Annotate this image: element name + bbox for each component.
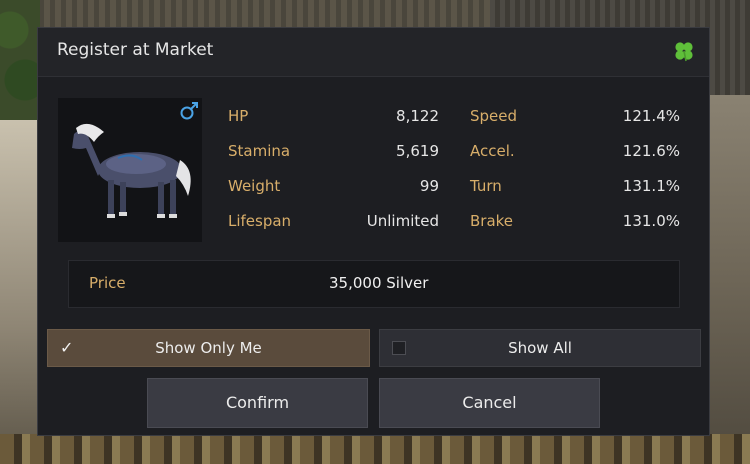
price-field[interactable]: Price 35,000 Silver [68,260,680,308]
stat-value-brake: 131.0% [622,212,680,230]
title-bar[interactable]: Register at Market [38,28,709,77]
four-leaf-clover-icon [675,42,693,62]
stat-value-turn: 131.1% [622,177,680,195]
confirm-button[interactable]: Confirm [147,378,368,428]
stat-label-hp: HP [228,107,249,125]
price-label: Price [89,274,126,292]
background-wall-right [708,95,750,464]
stat-value-stamina: 5,619 [396,142,439,160]
register-at-market-dialog: Register at Market HP 8,122 Stamina 5,61… [37,27,710,436]
stat-value-speed: 121.4% [622,107,680,125]
cancel-button[interactable]: Cancel [379,378,600,428]
stat-label-accel: Accel. [470,142,515,160]
stat-label-stamina: Stamina [228,142,291,160]
show-all-label: Show All [508,339,572,357]
stat-label-speed: Speed [470,107,518,125]
male-symbol-icon [180,102,198,120]
stat-label-weight: Weight [228,177,281,195]
background-trees [0,0,40,120]
dialog-title: Register at Market [57,40,214,60]
horse-portrait [58,98,202,242]
stat-label-brake: Brake [470,212,514,230]
show-only-me-option[interactable]: ✓ Show Only Me [47,329,370,367]
stat-value-weight: 99 [419,177,439,195]
stat-label-turn: Turn [470,177,502,195]
show-only-me-label: Show Only Me [155,339,262,357]
background-wall-left [0,120,38,464]
stat-label-lifespan: Lifespan [228,212,292,230]
stat-value-lifespan: Unlimited [366,212,439,230]
background-ground [0,434,750,464]
price-value: 35,000 Silver [329,274,429,292]
show-all-option[interactable]: Show All [379,329,701,367]
stat-value-accel: 121.6% [622,142,680,160]
stat-value-hp: 8,122 [396,107,439,125]
